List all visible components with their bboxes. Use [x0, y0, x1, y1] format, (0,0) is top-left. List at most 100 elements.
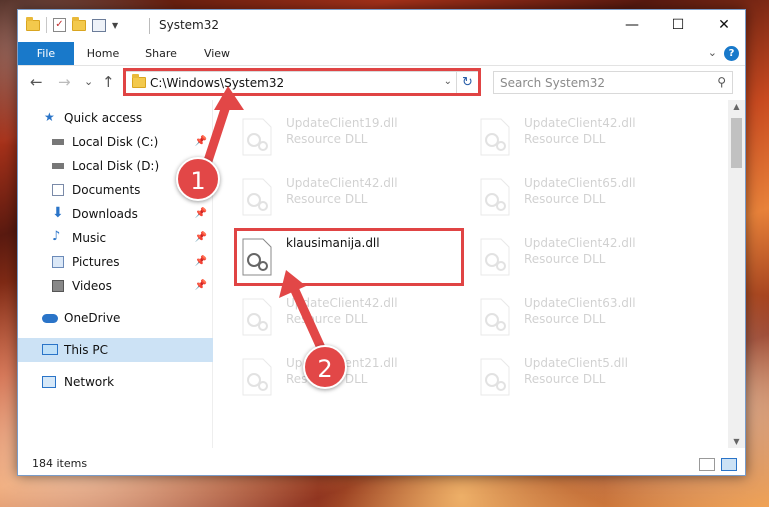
scroll-down-icon[interactable]: ▼ [728, 437, 745, 446]
file-type: Resource DLL [524, 372, 606, 386]
nav-item-label: Music [72, 231, 107, 245]
pin-icon: 📌 [194, 208, 207, 219]
large-icons-view-icon[interactable] [721, 458, 737, 471]
ribbon-tabs: File Home Share View ⌄ ? [18, 42, 745, 66]
file-name: UpdateClient42.dll [286, 296, 398, 310]
file-type: Resource DLL [286, 192, 368, 206]
nav-item-downloads[interactable]: ⬇ Downloads 📌 [18, 202, 213, 226]
dll-file-icon [480, 358, 510, 396]
file-name: UpdateClient42.dll [524, 116, 636, 130]
file-item[interactable]: UpdateClient63.dll Resource DLL [452, 288, 682, 340]
maximize-button[interactable]: ☐ [655, 10, 701, 40]
dll-file-icon [480, 238, 510, 276]
file-item[interactable]: UpdateClient65.dll Resource DLL [452, 168, 682, 220]
tab-home[interactable]: Home [78, 42, 128, 65]
videos-icon [52, 280, 64, 292]
nav-item-label: Pictures [72, 255, 120, 269]
back-button[interactable]: ← [30, 73, 43, 91]
download-icon: ⬇ [52, 205, 64, 221]
nav-item-pictures[interactable]: Pictures 📌 [18, 250, 213, 274]
nav-item-quick-access[interactable]: ★ Quick access [18, 106, 213, 130]
nav-item-videos[interactable]: Videos 📌 [18, 274, 213, 298]
address-highlight-box [123, 68, 481, 96]
pin-icon: 📌 [194, 280, 207, 291]
pin-icon: 📌 [194, 256, 207, 267]
quick-access-toolbar: ✓ ▼ [26, 16, 118, 33]
file-list: UpdateClient19.dll Resource DLL UpdateCl… [214, 100, 724, 448]
search-icon[interactable]: ⚲ [717, 75, 726, 89]
nav-item-label: This PC [64, 343, 108, 357]
drive-icon [52, 163, 64, 169]
up-button[interactable]: ↑ [102, 73, 115, 91]
vertical-scrollbar[interactable]: ▲ ▼ [728, 100, 745, 448]
forward-button[interactable]: → [58, 73, 71, 91]
search-input[interactable]: Search System32 [500, 76, 605, 90]
nav-item-network[interactable]: Network [18, 370, 213, 394]
recent-locations-button[interactable]: ⌄ [84, 75, 93, 88]
properties-icon[interactable] [92, 18, 106, 32]
callout-2: 2 [303, 345, 347, 389]
document-icon [52, 184, 64, 196]
file-name: UpdateClient42.dll [286, 176, 398, 190]
minimize-button[interactable]: — [609, 10, 655, 40]
folder-icon [26, 16, 40, 31]
file-name: UpdateClient65.dll [524, 176, 636, 190]
music-icon: ♪ [52, 229, 61, 244]
network-icon [42, 376, 56, 388]
cloud-icon [42, 314, 58, 323]
dll-file-icon [242, 358, 272, 396]
file-type: Resource DLL [524, 312, 606, 326]
dll-file-icon [480, 298, 510, 336]
file-type: Resource DLL [524, 252, 606, 266]
file-name: UpdateClient5.dll [524, 356, 628, 370]
tab-file[interactable]: File [18, 42, 74, 65]
navigation-bar: ← → ⌄ ↑ C:\Windows\System32 ⌄ ↻ Search S… [18, 67, 745, 99]
callout-1: 1 [176, 157, 220, 201]
details-view-icon[interactable] [699, 458, 715, 471]
nav-item-local-disk-c[interactable]: Local Disk (C:) 📌 [18, 130, 213, 154]
nav-item-this-pc[interactable]: This PC [18, 338, 213, 362]
file-type: Resource DLL [524, 132, 606, 146]
drive-icon [52, 139, 64, 145]
file-name: UpdateClient19.dll [286, 116, 398, 130]
nav-item-label: Network [64, 375, 115, 389]
nav-item-label: Quick access [64, 111, 143, 125]
file-item[interactable]: UpdateClient42.dll Resource DLL [452, 228, 682, 280]
file-name: UpdateClient63.dll [524, 296, 636, 310]
file-type: Resource DLL [524, 192, 606, 206]
dll-file-icon [480, 118, 510, 156]
file-item[interactable]: UpdateClient19.dll Resource DLL [214, 108, 444, 160]
file-item[interactable]: UpdateClient42.dll Resource DLL [214, 168, 444, 220]
item-count: 184 items [32, 457, 88, 470]
file-type: Resource DLL [286, 312, 368, 326]
status-bar: 184 items [18, 454, 745, 476]
dll-file-icon [242, 298, 272, 336]
nav-item-music[interactable]: ♪ Music 📌 [18, 226, 213, 250]
scroll-up-icon[interactable]: ▲ [728, 102, 745, 111]
title-divider [149, 18, 150, 34]
new-folder-icon[interactable] [72, 16, 86, 31]
file-type: Resource DLL [286, 132, 368, 146]
nav-item-label: Documents [72, 183, 141, 197]
close-button[interactable]: ✕ [701, 10, 747, 40]
pc-icon [42, 344, 58, 355]
properties-check-icon[interactable]: ✓ [53, 18, 66, 32]
nav-item-label: Local Disk (D:) [72, 159, 160, 173]
customize-toolbar-icon[interactable]: ▼ [112, 21, 118, 30]
search-box[interactable]: Search System32 ⚲ [493, 71, 733, 94]
tab-share[interactable]: Share [136, 42, 186, 65]
file-item[interactable]: UpdateClient42.dll Resource DLL [214, 288, 444, 340]
window-title: System32 [159, 18, 220, 32]
pin-icon: 📌 [194, 232, 207, 243]
nav-item-label: OneDrive [64, 311, 121, 325]
help-button[interactable]: ? [724, 46, 739, 61]
tab-view[interactable]: View [194, 42, 240, 65]
file-item[interactable]: UpdateClient5.dll Resource DLL [452, 348, 682, 400]
toolbar-divider [46, 17, 47, 33]
nav-item-onedrive[interactable]: OneDrive [18, 306, 213, 330]
expand-ribbon-icon[interactable]: ⌄ [708, 46, 717, 59]
pin-icon: 📌 [194, 136, 207, 147]
file-explorer-window: ✓ ▼ System32 — ☐ ✕ File Home Share View … [17, 9, 746, 476]
scrollbar-thumb[interactable] [731, 118, 742, 168]
file-item[interactable]: UpdateClient42.dll Resource DLL [452, 108, 682, 160]
